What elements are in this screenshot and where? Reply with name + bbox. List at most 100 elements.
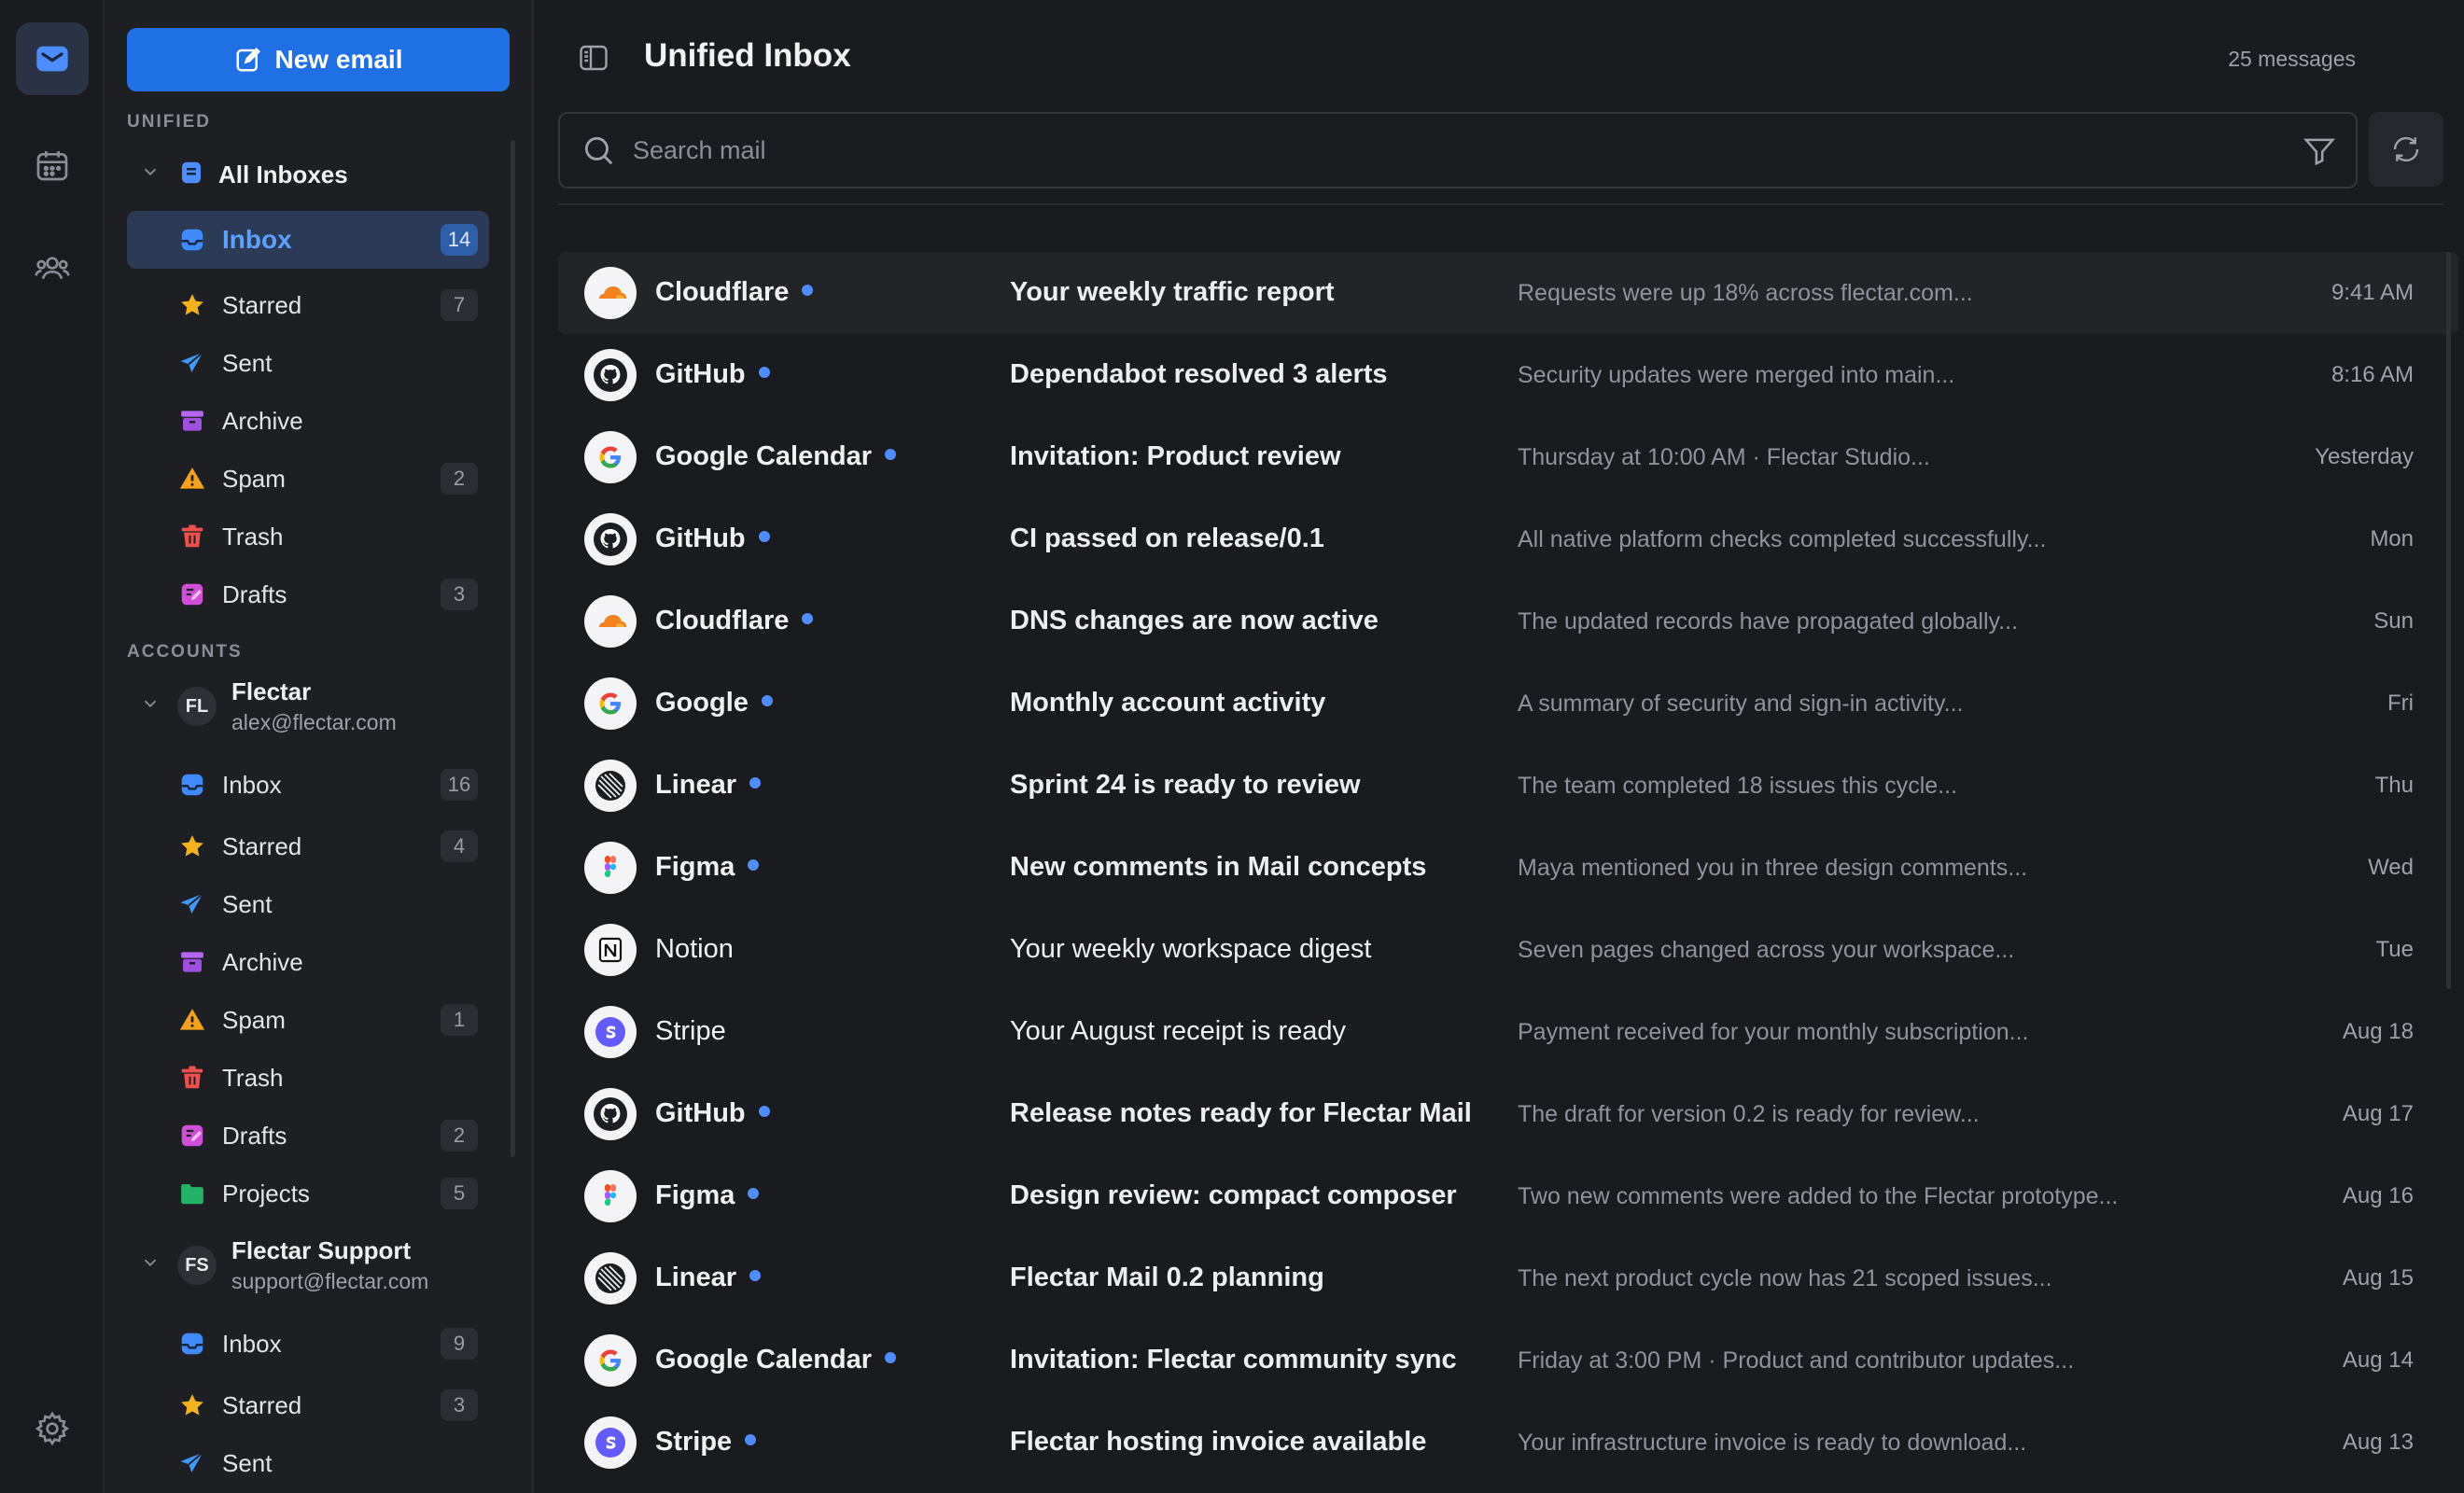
spam-icon: [177, 464, 207, 494]
unread-count-badge: 4: [441, 830, 478, 862]
all-inboxes-group[interactable]: All Inboxes: [127, 150, 500, 199]
notion-logo-icon: [584, 924, 637, 976]
drafts-icon: [177, 579, 207, 609]
search-input[interactable]: [631, 127, 2221, 174]
folder-label: Inbox: [222, 225, 292, 254]
folder-label: Archive: [222, 947, 303, 976]
message-row[interactable]: Linear Sprint 24 is ready to review The te…: [558, 745, 2458, 827]
account-email: alex@flectar.com: [231, 710, 397, 734]
message-row[interactable]: Figma New comments in Mail concepts Maya m…: [558, 827, 2458, 909]
account-header[interactable]: FS Flectar Support support@flectar.com: [127, 1233, 500, 1298]
message-row[interactable]: Google Monthly account activity A summary …: [558, 663, 2458, 745]
message-list-scrollbar[interactable]: [2446, 252, 2451, 989]
account-name: Flectar: [231, 677, 312, 705]
message-row[interactable]: Notion Your weekly workspace digest Seven …: [558, 909, 2458, 991]
message-preview: Friday at 3:00 PM · Product and contribu…: [1518, 1347, 2075, 1374]
sidebar-scrollbar[interactable]: [511, 140, 515, 1157]
folder-starred[interactable]: Starred 4: [127, 817, 489, 875]
new-email-button[interactable]: New email: [127, 28, 510, 91]
folder-sent[interactable]: Sent: [127, 875, 489, 933]
folder-label: Starred: [222, 831, 302, 860]
message-time: Aug 13: [2342, 1430, 2414, 1455]
folder-inbox[interactable]: Inbox 14: [127, 211, 489, 269]
sender-name: Cloudflare: [655, 606, 790, 635]
settings-nav-button[interactable]: [16, 1392, 89, 1465]
folder-inbox[interactable]: Inbox 9: [127, 1315, 489, 1373]
message-row[interactable]: GitHub CI passed on release/0.1 All native…: [558, 498, 2458, 580]
message-row[interactable]: GitHub Dependabot resolved 3 alerts Securi…: [558, 334, 2458, 416]
message-row[interactable]: Linear Flectar Mail 0.2 planning The next …: [558, 1237, 2458, 1319]
mail-nav-button[interactable]: [16, 22, 89, 95]
message-row[interactable]: Google Calendar Invitation: Flectar commu…: [558, 1319, 2458, 1402]
sidebar-toggle-icon[interactable]: [577, 41, 610, 75]
folder-archive[interactable]: Archive: [127, 392, 489, 450]
page-title: Unified Inbox: [644, 37, 851, 74]
folder-sent[interactable]: Sent: [127, 1434, 489, 1492]
folder-drafts[interactable]: Drafts 3: [127, 565, 489, 623]
folder-spam[interactable]: Spam 2: [127, 450, 489, 508]
contacts-icon: [35, 257, 70, 280]
sender-cell: GitHub: [655, 1098, 770, 1129]
folder-sent[interactable]: Sent: [127, 334, 489, 392]
archive-icon: [177, 947, 207, 977]
message-row[interactable]: Figma Design review: compact composer Two …: [558, 1155, 2458, 1237]
message-row[interactable]: Cloudflare DNS changes are now active The …: [558, 580, 2458, 663]
folder-drafts[interactable]: Drafts 2: [127, 1107, 489, 1165]
sender-name: Cloudflare: [655, 277, 790, 307]
calendar-nav-button[interactable]: [16, 129, 89, 202]
unread-dot-icon: [749, 1270, 762, 1282]
folder-inbox[interactable]: Inbox 16: [127, 756, 489, 814]
folder-starred[interactable]: Starred 3: [127, 1376, 489, 1434]
sender-name: Notion: [655, 934, 734, 964]
sender-cell: Linear: [655, 770, 762, 801]
message-subject: Sprint 24 is ready to review: [1010, 770, 1361, 800]
message-time: Tue: [2375, 937, 2414, 962]
message-time: Thu: [2374, 773, 2414, 798]
chevron-down-icon[interactable]: [140, 161, 166, 188]
folder-projects[interactable]: Projects 5: [127, 1165, 489, 1222]
message-row[interactable]: Google Calendar Invitation: Product revie…: [558, 416, 2458, 498]
sender-cell: Cloudflare: [655, 606, 814, 636]
sent-icon: [177, 889, 207, 919]
folder-label: Spam: [222, 1005, 286, 1034]
unified-section-label: UNIFIED: [127, 112, 211, 132]
folder-trash[interactable]: Trash: [127, 508, 489, 565]
message-subject: New comments in Mail concepts: [1010, 852, 1427, 882]
account-header[interactable]: FL Flectar alex@flectar.com: [127, 674, 500, 739]
message-row[interactable]: Stripe Flectar hosting invoice available Y…: [558, 1402, 2458, 1484]
message-row[interactable]: Stripe Your August receipt is ready Paymen…: [558, 991, 2458, 1073]
message-preview: Two new comments were added to the Flect…: [1518, 1183, 2119, 1209]
unread-count-badge: 3: [441, 1389, 478, 1421]
folder-sidebar: New email UNIFIED All Inboxes ACCOUNTS I…: [105, 0, 534, 1493]
message-subject: Your weekly workspace digest: [1010, 934, 1372, 964]
star-icon: [177, 831, 207, 861]
spam-icon: [177, 1005, 207, 1035]
filter-icon[interactable]: [2302, 133, 2337, 168]
google-logo-icon: [584, 677, 637, 730]
chevron-down-icon[interactable]: [140, 1252, 166, 1278]
message-subject: Flectar hosting invoice available: [1010, 1427, 1427, 1457]
unread-count-badge: 7: [441, 289, 478, 321]
sender-cell: Notion: [655, 934, 734, 965]
contacts-nav-button[interactable]: [16, 231, 89, 304]
account-name: Flectar Support: [231, 1236, 412, 1264]
message-preview: Seven pages changed across your workspac…: [1518, 937, 2015, 963]
sender-name: Linear: [655, 1263, 737, 1292]
folder-starred[interactable]: Starred 7: [127, 276, 489, 334]
chevron-down-icon[interactable]: [140, 693, 166, 719]
folder-archive[interactable]: Archive: [127, 933, 489, 991]
folder-spam[interactable]: Spam 1: [127, 991, 489, 1049]
refresh-button[interactable]: [2369, 112, 2443, 187]
message-row[interactable]: Cloudflare Your weekly traffic report Requ…: [558, 252, 2458, 334]
sender-name: GitHub: [655, 523, 746, 553]
unread-count-badge: 3: [441, 579, 478, 610]
stripe-logo-icon: [584, 1416, 637, 1469]
folder-trash[interactable]: Trash: [127, 1049, 489, 1107]
message-time: 8:16 AM: [2331, 362, 2414, 387]
folder-label: Trash: [222, 522, 284, 551]
message-row[interactable]: GitHub Release notes ready for Flectar Ma…: [558, 1073, 2458, 1155]
message-time: 9:41 AM: [2331, 280, 2414, 305]
message-subject: Your weekly traffic report: [1010, 277, 1335, 307]
sent-icon: [177, 348, 207, 378]
sender-cell: Stripe: [655, 1016, 726, 1047]
